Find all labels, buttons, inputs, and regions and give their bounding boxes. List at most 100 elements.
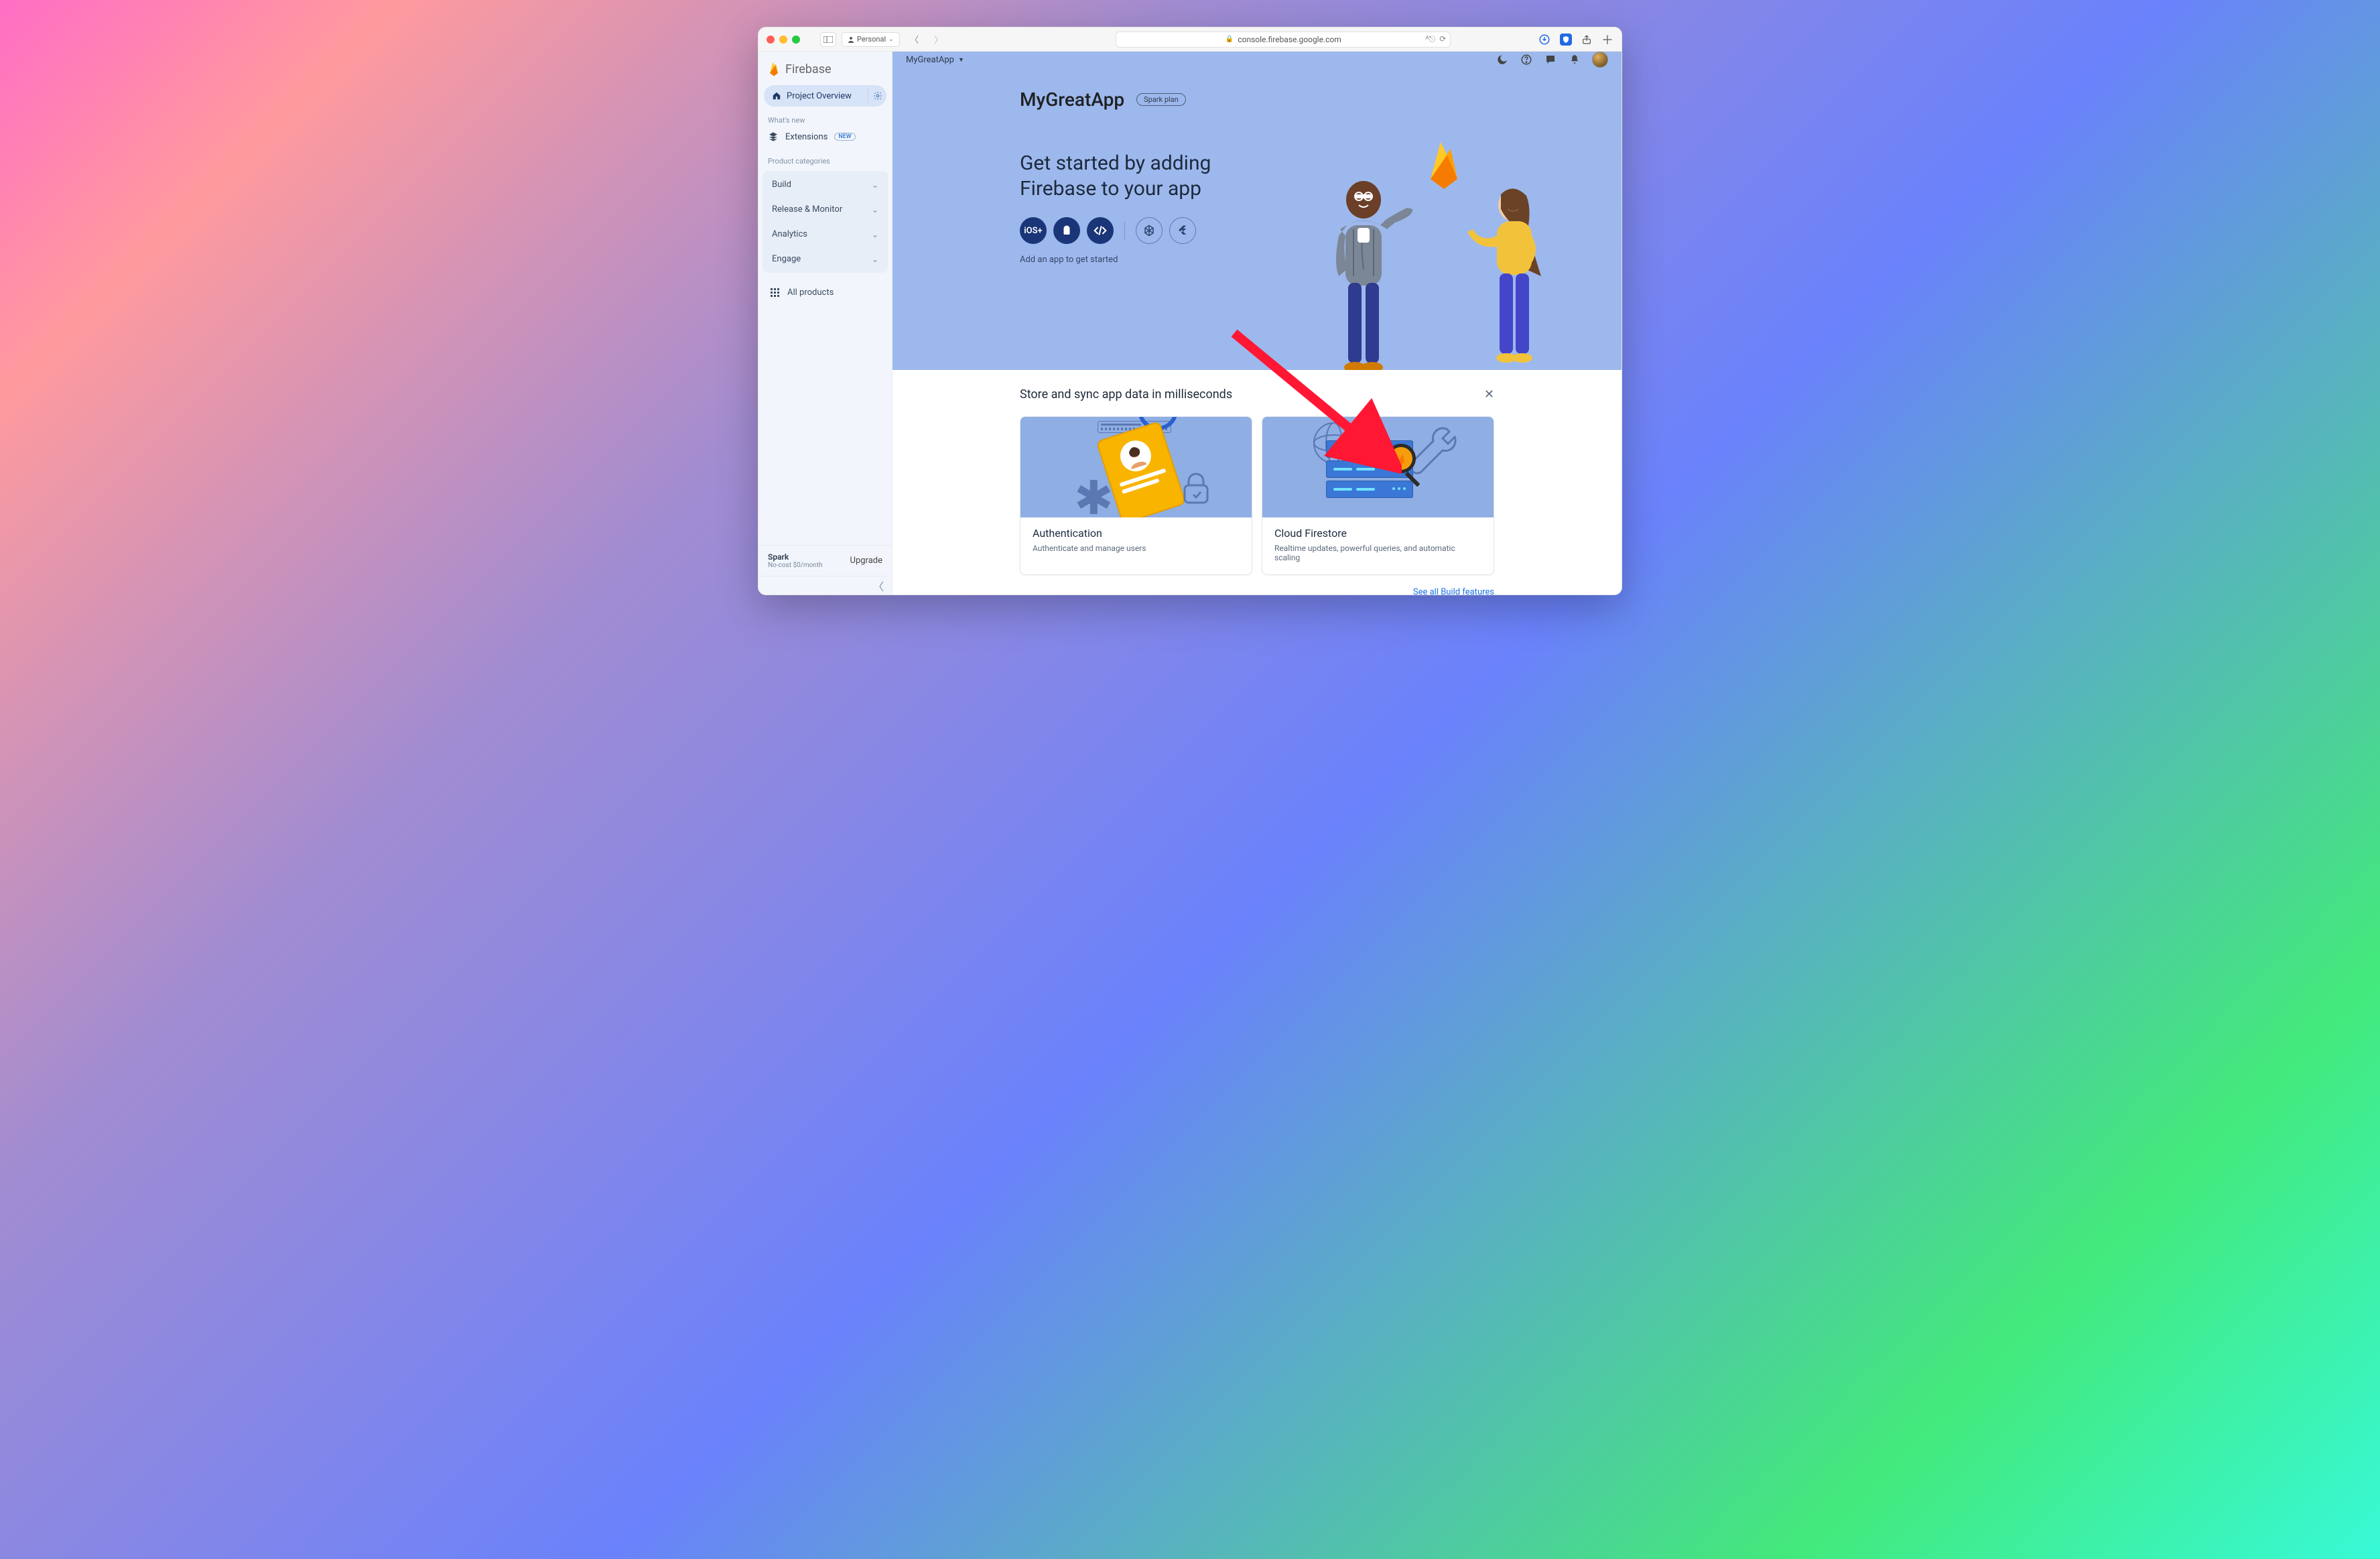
sidebar-all-products[interactable]: All products	[758, 277, 892, 308]
downloads-icon[interactable]	[1538, 34, 1550, 46]
browser-titlebar: Personal ⌄ 〈 〉 🔒 console.firebase.google…	[758, 27, 1622, 52]
sidebar-category-build[interactable]: Build ⌄	[763, 172, 888, 197]
sidebar-category-engage[interactable]: Engage ⌄	[763, 247, 888, 271]
sidebar-category-analytics[interactable]: Analytics ⌄	[763, 222, 888, 247]
dark-mode-icon[interactable]	[1496, 53, 1509, 66]
promo-cards: ✱ Authentication Authenticate and manage…	[1020, 416, 1494, 575]
category-label: Analytics	[772, 229, 807, 239]
card-title: Authentication	[1033, 527, 1240, 540]
plan-pill[interactable]: Spark plan	[1136, 93, 1186, 106]
android-icon	[1061, 225, 1073, 237]
chevron-down-icon: ⌄	[872, 205, 878, 214]
nav-back-button[interactable]: 〈	[905, 32, 924, 47]
account-avatar[interactable]	[1592, 52, 1608, 68]
dropdown-triangle-icon: ▼	[958, 56, 964, 64]
address-bar-url: console.firebase.google.com	[1238, 35, 1341, 44]
divider	[1124, 221, 1125, 240]
firebase-sidebar: Firebase Project Overview What's new Ext…	[758, 52, 892, 595]
collapse-sidebar-button[interactable]: 〈	[758, 576, 892, 595]
project-overview-nav[interactable]: Project Overview	[764, 85, 886, 107]
person-illustration-2	[1467, 182, 1568, 383]
new-badge: NEW	[834, 133, 855, 141]
browser-toolbar-right: ＋	[1538, 31, 1613, 48]
category-label: Build	[772, 180, 791, 190]
sidebar-category-release-monitor[interactable]: Release & Monitor ⌄	[763, 197, 888, 222]
promo-card-authentication[interactable]: ✱ Authentication Authenticate and manage…	[1020, 416, 1252, 575]
safari-window: Personal ⌄ 〈 〉 🔒 console.firebase.google…	[758, 27, 1622, 595]
project-topbar: MyGreatApp ▼	[892, 52, 1622, 68]
chevron-down-icon: ⌄	[888, 36, 894, 43]
translate-icon[interactable]: ᴬ⎋	[1425, 34, 1435, 44]
minimize-window-button[interactable]	[779, 36, 787, 44]
dismiss-promo-button[interactable]: ✕	[1484, 387, 1494, 401]
card-title: Cloud Firestore	[1274, 527, 1481, 540]
person-icon	[848, 36, 854, 43]
project-overview-label: Project Overview	[787, 91, 852, 101]
promo-card-cloud-firestore[interactable]: Cloud Firestore Realtime updates, powerf…	[1262, 416, 1494, 575]
flutter-icon	[1177, 225, 1189, 237]
address-bar[interactable]: 🔒 console.firebase.google.com ᴬ⎋ ⟳	[1116, 32, 1451, 48]
promo-section: Store and sync app data in milliseconds …	[892, 370, 1622, 595]
person-illustration-1	[1313, 176, 1414, 383]
add-app-android-button[interactable]	[1053, 217, 1080, 244]
card-description: Authenticate and manage users	[1033, 544, 1240, 553]
brand-name: Firebase	[785, 62, 832, 76]
whats-new-heading: What's new	[758, 107, 892, 126]
reload-icon[interactable]: ⟳	[1439, 34, 1446, 44]
nav-forward-button[interactable]: 〉	[929, 32, 948, 47]
promo-heading: Store and sync app data in milliseconds	[1020, 387, 1494, 401]
window-controls	[767, 36, 800, 44]
sidebar-footer: Spark No-cost $0/month Upgrade	[758, 545, 892, 576]
profile-label: Personal	[857, 35, 886, 44]
grid-icon	[771, 288, 779, 297]
feedback-icon[interactable]	[1544, 53, 1557, 66]
ios-label: iOS+	[1024, 226, 1042, 236]
chevron-left-icon: 〈	[873, 578, 884, 594]
fullscreen-window-button[interactable]	[792, 36, 800, 44]
chevron-down-icon: ⌄	[872, 255, 878, 264]
chevron-down-icon: ⌄	[872, 230, 878, 239]
code-icon	[1094, 224, 1107, 237]
settings-gear-icon[interactable]	[868, 88, 882, 103]
extensions-icon	[768, 131, 779, 142]
notifications-icon[interactable]	[1568, 53, 1581, 66]
project-switcher[interactable]: MyGreatApp ▼	[906, 55, 964, 65]
plan-subtitle: No-cost $0/month	[768, 562, 823, 569]
close-window-button[interactable]	[767, 36, 775, 44]
category-label: Engage	[772, 254, 801, 264]
firebase-brand[interactable]: Firebase	[758, 52, 892, 85]
sidebar-toggle-button[interactable]	[820, 32, 836, 47]
firebase-flame-icon	[1420, 139, 1467, 192]
share-icon[interactable]	[1581, 34, 1592, 45]
chevron-down-icon: ⌄	[872, 180, 878, 190]
help-icon[interactable]	[1520, 53, 1533, 66]
hero-section: MyGreatApp Spark plan Get started by add…	[892, 68, 1622, 370]
category-label: Release & Monitor	[772, 204, 842, 214]
project-name: MyGreatApp	[906, 55, 954, 65]
hero-illustration	[1293, 135, 1575, 357]
main-content: MyGreatApp ▼	[892, 52, 1622, 595]
category-group: Build ⌄ Release & Monitor ⌄ Analytics ⌄ …	[763, 171, 888, 273]
shield-icon[interactable]	[1560, 34, 1572, 46]
product-categories-heading: Product categories	[758, 147, 892, 167]
all-products-label: All products	[787, 288, 834, 298]
add-app-ios-button[interactable]: iOS+	[1020, 217, 1047, 244]
project-title: MyGreatApp	[1020, 88, 1124, 111]
firebase-logo-icon	[768, 61, 780, 77]
firestore-illustration	[1262, 417, 1494, 517]
card-description: Realtime updates, powerful queries, and …	[1274, 544, 1481, 562]
add-app-flutter-button[interactable]	[1169, 217, 1196, 244]
add-app-unity-button[interactable]	[1136, 217, 1163, 244]
auth-illustration: ✱	[1020, 417, 1252, 517]
lock-icon: 🔒	[1226, 36, 1234, 43]
add-app-web-button[interactable]	[1087, 217, 1114, 244]
see-all-build-features-link[interactable]: See all Build features	[1020, 587, 1494, 595]
home-icon	[772, 91, 781, 101]
profile-switcher[interactable]: Personal ⌄	[842, 32, 900, 47]
plan-name: Spark	[768, 552, 823, 562]
extensions-label: Extensions	[785, 132, 828, 142]
sidebar-item-extensions[interactable]: Extensions NEW	[758, 126, 892, 147]
upgrade-button[interactable]: Upgrade	[850, 556, 882, 566]
new-tab-icon[interactable]: ＋	[1601, 31, 1613, 48]
unity-icon	[1143, 225, 1155, 237]
